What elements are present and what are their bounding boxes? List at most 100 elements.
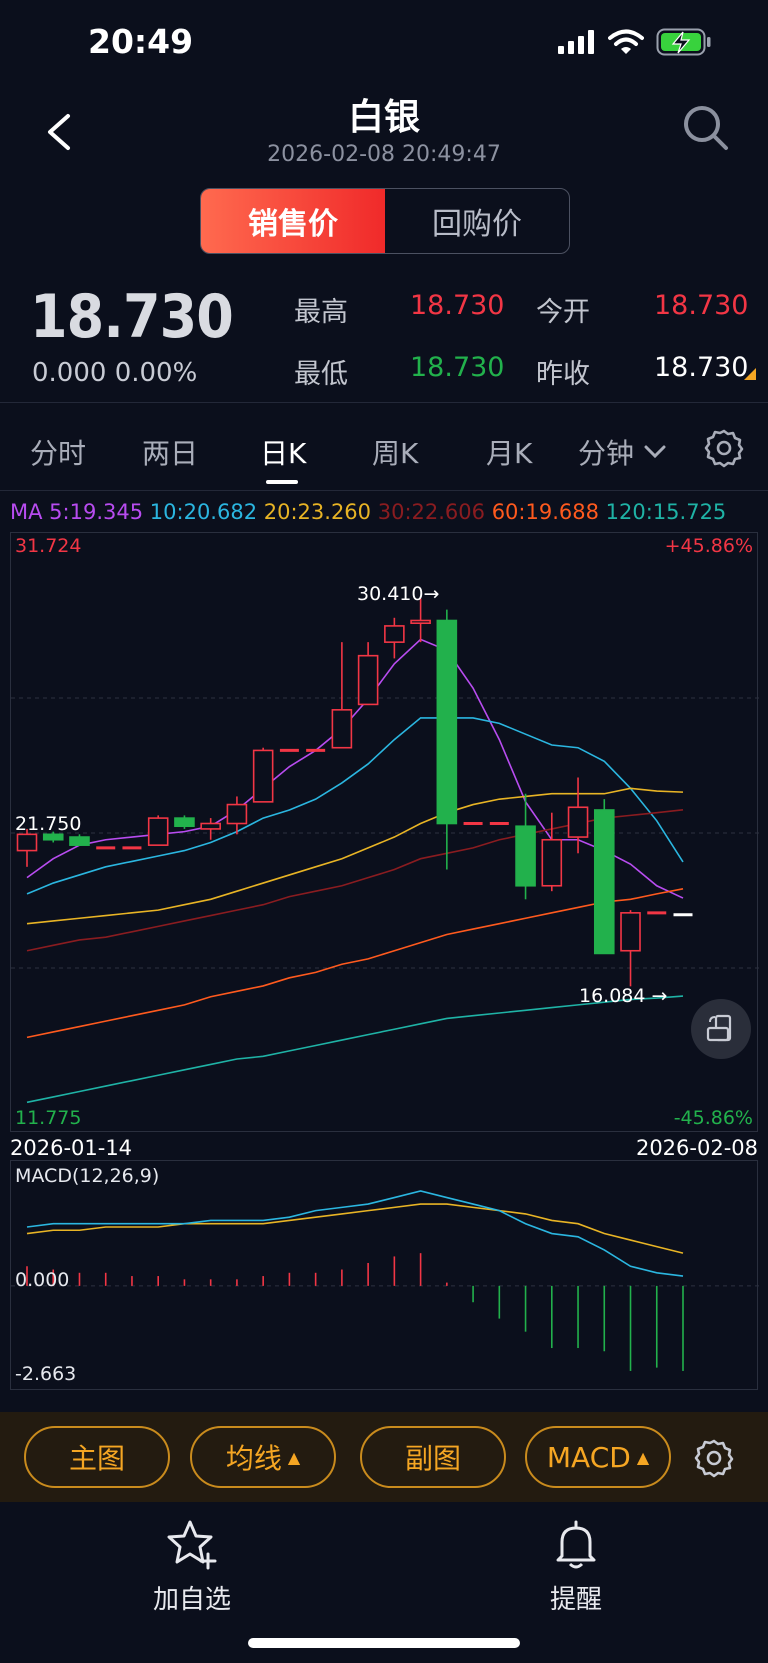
dea-line xyxy=(26,1203,684,1254)
candle-body xyxy=(200,822,221,830)
status-time: 20:49 xyxy=(88,22,194,61)
y-min-label: 11.775 xyxy=(15,1107,82,1129)
period-tabs: 分时 两日 日K 周K 月K 分钟 xyxy=(0,410,768,490)
tab-buyback-price[interactable]: 回购价 xyxy=(385,189,569,253)
chart-toolbar: 主图 均线 ▲ 副图 MACD ▲ xyxy=(0,1412,768,1502)
macd-title: MACD(12,26,9) xyxy=(15,1165,160,1187)
high-annotation: 30.410→ xyxy=(357,583,440,605)
candle-body xyxy=(69,836,90,846)
open-value: 18.730 xyxy=(654,290,749,321)
ma5-line xyxy=(26,638,684,899)
divider xyxy=(0,402,768,403)
wifi-icon xyxy=(608,29,644,54)
gear-icon[interactable] xyxy=(694,1438,734,1478)
tab-weekly-k[interactable]: 周K xyxy=(372,432,418,472)
divider xyxy=(0,490,768,491)
rotate-screen-button[interactable] xyxy=(691,999,751,1059)
candle-body xyxy=(593,809,615,955)
ma10-value: 10:20.682 xyxy=(149,500,258,524)
prev-close-value: 18.730 xyxy=(654,352,749,383)
ma30-value: 30:22.606 xyxy=(377,500,485,524)
candle-body xyxy=(436,619,458,825)
page-timestamp: 2026-02-08 20:49:47 xyxy=(267,142,501,167)
ma-button[interactable]: 均线 ▲ xyxy=(190,1426,336,1488)
ma120-line xyxy=(26,995,684,1104)
ma120-value: 120:15.725 xyxy=(605,500,727,524)
open-label: 今开 xyxy=(536,297,590,328)
status-icons xyxy=(558,28,712,56)
alert-button[interactable]: 提醒 xyxy=(520,1516,632,1616)
macd-svg xyxy=(11,1190,759,1371)
tab-monthly-k[interactable]: 月K xyxy=(486,432,532,472)
candle-body xyxy=(384,625,405,643)
search-icon[interactable] xyxy=(682,104,730,152)
candle-body xyxy=(174,817,195,828)
candle-body xyxy=(331,709,353,749)
alert-label: 提醒 xyxy=(549,1585,602,1615)
battery-charging-icon xyxy=(656,28,711,56)
caret-up-icon: ▲ xyxy=(636,1447,650,1467)
candle-body xyxy=(620,912,641,952)
candle-body xyxy=(515,825,536,887)
candle-body xyxy=(16,833,38,852)
tab-minute-label: 分钟 xyxy=(578,437,635,470)
change-percent: 0.00% xyxy=(114,358,198,388)
ma60-value: 60:19.688 xyxy=(491,500,599,524)
ma-legend: MA 5:19.345 10:20.682 20:23.260 30:22.60… xyxy=(10,500,726,524)
tab-intraday[interactable]: 分时 xyxy=(30,432,86,472)
active-tab-indicator xyxy=(266,480,298,484)
tab-sell-price[interactable]: 销售价 xyxy=(201,189,385,253)
kline-chart[interactable]: 31.724 +45.86% 21.750 11.775 -45.86% 30.… xyxy=(10,532,759,1132)
home-indicator xyxy=(248,1638,520,1648)
x-end-label: 2026-02-08 xyxy=(635,1136,758,1160)
y-max-label: 31.724 xyxy=(15,535,82,557)
signal-icon xyxy=(558,30,594,54)
dif-line xyxy=(26,1190,684,1277)
macd-button[interactable]: MACD ▲ xyxy=(525,1426,671,1488)
candle-body xyxy=(357,654,379,706)
tab-minute[interactable]: 分钟 xyxy=(578,432,666,472)
macd-button-label: MACD xyxy=(546,1440,631,1474)
low-label: 最低 xyxy=(294,359,348,390)
high-value: 18.730 xyxy=(410,290,505,321)
change-value: 0.000 xyxy=(32,358,107,388)
pct-top-label: +45.86% xyxy=(664,535,753,557)
ma10-line xyxy=(26,717,684,895)
kline-svg xyxy=(11,598,759,1104)
corner-triangle-icon xyxy=(744,368,756,380)
ma20-value: 20:23.260 xyxy=(263,500,372,524)
sub-chart-button[interactable]: 副图 xyxy=(360,1426,506,1488)
ma-button-label: 均线 xyxy=(225,1442,282,1475)
high-label: 最高 xyxy=(294,297,348,328)
candle-body xyxy=(252,749,274,803)
low-annotation: 16.084 → xyxy=(579,985,668,1007)
y-mid-label: 21.750 xyxy=(15,813,82,835)
prev-close-label: 昨收 xyxy=(536,359,590,390)
price-change: 0.000 0.00% xyxy=(32,358,197,388)
price-type-switch: 销售价 回购价 xyxy=(200,188,570,254)
caret-up-icon: ▲ xyxy=(287,1447,301,1467)
add-watchlist-label: 加自选 xyxy=(152,1585,231,1615)
macd-chart[interactable]: MACD(12,26,9) 0.000 -2.663 xyxy=(10,1160,759,1390)
page-title: 白银 xyxy=(347,97,420,138)
macd-min-label: -2.663 xyxy=(15,1363,77,1385)
candle-body xyxy=(147,817,169,846)
candle-body xyxy=(410,619,431,625)
main-chart-button[interactable]: 主图 xyxy=(24,1426,170,1488)
current-price: 18.730 xyxy=(30,282,234,352)
add-watchlist-button[interactable]: 加自选 xyxy=(130,1516,254,1616)
ma5-value: 5:19.345 xyxy=(49,500,144,524)
x-start-label: 2026-01-14 xyxy=(10,1136,133,1160)
candle-body xyxy=(541,838,563,887)
candle-body xyxy=(42,833,64,841)
macd-zero-label: 0.000 xyxy=(15,1269,70,1291)
low-value: 18.730 xyxy=(410,352,505,383)
tab-daily-k[interactable]: 日K xyxy=(260,432,306,472)
gear-icon[interactable] xyxy=(704,428,744,468)
pct-bottom-label: -45.86% xyxy=(673,1107,753,1129)
ma-label: MA xyxy=(10,500,43,524)
ma60-line xyxy=(26,888,684,1039)
bell-icon xyxy=(556,1520,596,1569)
star-plus-icon xyxy=(167,1520,217,1570)
tab-two-day[interactable]: 两日 xyxy=(142,432,198,472)
